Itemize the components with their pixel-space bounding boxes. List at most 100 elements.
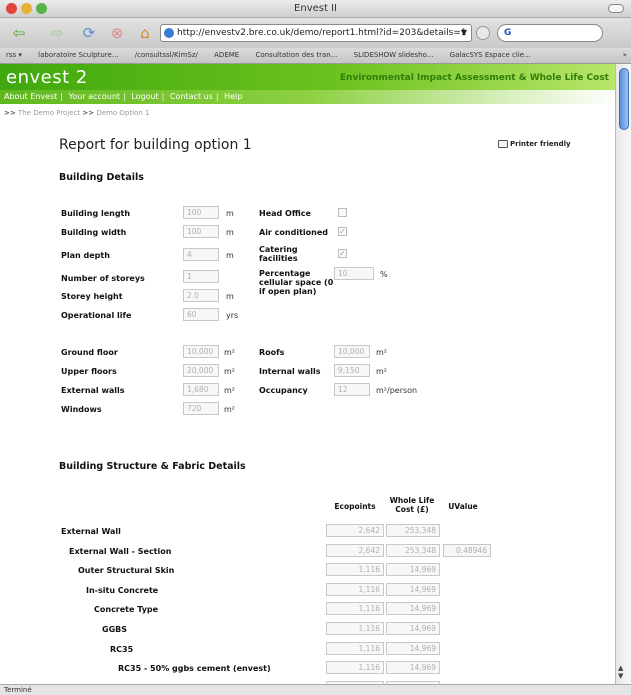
nav-separator: | — [60, 92, 63, 101]
air-conditioned-checkbox: ✓ — [338, 227, 347, 236]
site-header: envest 2 Environmental Impact Assessment… — [0, 64, 615, 90]
nav-logout[interactable]: Logout — [131, 92, 158, 101]
bookmark-item[interactable]: ADEME — [214, 51, 239, 59]
nav-about-envest[interactable]: About Envest — [4, 92, 57, 101]
storey-height-label: Storey height — [61, 292, 123, 301]
cost-cell: 253,348 — [386, 524, 440, 537]
search-input[interactable]: G — [497, 24, 603, 42]
structure-row-label: In-situ Concrete — [86, 585, 159, 595]
internal-walls-unit: m² — [376, 367, 387, 376]
catering-checkbox: ✓ — [338, 249, 347, 258]
printer-friendly-label: Printer friendly — [510, 140, 571, 148]
logo-suffix: est 2 — [40, 67, 88, 88]
building-length-label: Building length — [61, 209, 131, 218]
cost-cell: 253,348 — [386, 543, 440, 557]
cost-cell: 14,969 — [386, 641, 440, 655]
roofs-field: 10,000 — [334, 345, 370, 358]
col-whole-life-cost: Whole Life Cost (£) — [389, 496, 435, 514]
stop-icon[interactable]: ⊗ — [106, 24, 128, 42]
envest-logo[interactable]: envest 2 — [6, 67, 88, 88]
home-icon[interactable]: ⌂ — [134, 24, 156, 42]
breadcrumb: >> The Demo Project >> Demo Option 1 — [4, 109, 149, 117]
external-walls-unit: m² — [224, 386, 235, 395]
ground-floor-field: 10,000 — [183, 345, 219, 358]
structure-row-label: GGBS — [102, 625, 127, 634]
upper-floors-label: Upper floors — [61, 367, 117, 376]
occupancy-label: Occupancy — [259, 386, 308, 395]
nav-separator: | — [215, 92, 219, 101]
ecopoints-cell: 1,116 — [326, 602, 384, 616]
ecopoints-cell: 1,116 — [326, 582, 384, 596]
bookmarks-bar: rss ▾ laboratoire Sculpture... /consults… — [0, 48, 631, 64]
scrollbar-thumb[interactable] — [619, 68, 629, 130]
breadcrumb-separator: >> — [82, 109, 95, 117]
cost-cell: 14,969 — [386, 661, 440, 675]
building-width-field: 100 — [183, 225, 219, 238]
bookmark-item[interactable]: GalacSYS Espace clie... — [450, 51, 531, 59]
reload-icon[interactable]: ⟳ — [78, 24, 100, 42]
page-title: Report for building option 1 — [59, 137, 252, 153]
ecopoints-cell: 1,116 — [326, 661, 384, 675]
window-title: Envest II — [294, 3, 337, 14]
address-bar[interactable]: http://envestv2.bre.co.uk/demo/report1.h… — [160, 24, 472, 42]
nav-contact-us[interactable]: Contact us — [170, 92, 213, 101]
cost-cell: 14,969 — [386, 622, 440, 635]
scroll-arrows-icon[interactable]: ▲ ▼ — [618, 664, 623, 680]
bookmark-item[interactable]: Consultation des tran... — [255, 51, 337, 59]
cellular-space-field: 10 — [334, 267, 374, 280]
more-bookmarks-icon[interactable]: » — [623, 48, 627, 63]
nav-your-account[interactable]: Your account — [69, 92, 121, 101]
printer-friendly-link[interactable]: Printer friendly — [498, 140, 571, 148]
storey-height-unit: m — [226, 292, 234, 301]
roofs-unit: m² — [376, 348, 387, 357]
col-uvalue: UValue — [448, 502, 478, 511]
chevron-down-icon[interactable]: ▼ — [461, 25, 467, 41]
toolbar-toggle-button[interactable] — [608, 4, 624, 13]
breadcrumb-project-link[interactable]: The Demo Project — [18, 109, 80, 117]
printer-icon — [498, 140, 508, 148]
operational-life-field: 60 — [183, 308, 219, 321]
ground-floor-label: Ground floor — [61, 348, 118, 357]
bookmark-item[interactable]: rss ▾ — [6, 51, 22, 59]
windows-unit: m² — [224, 405, 235, 414]
bookmark-item[interactable]: SLIDESHOW slidesho... — [354, 51, 434, 59]
internal-walls-label: Internal walls — [259, 367, 321, 376]
vertical-scrollbar[interactable]: ▲ ▼ — [615, 64, 631, 684]
number-of-storeys-field: 1 — [183, 270, 219, 283]
cost-cell: 14,969 — [386, 582, 440, 596]
cellular-space-label: Percentage cellular space (0 if open pla… — [259, 269, 334, 296]
status-bar: Terminé — [0, 684, 631, 695]
go-button[interactable] — [476, 26, 490, 40]
plan-depth-label: Plan depth — [61, 251, 110, 260]
ecopoints-cell: 2,642 — [326, 524, 384, 537]
back-arrow-icon[interactable]: ⇦ — [6, 24, 32, 42]
occupancy-field: 12 — [334, 383, 370, 396]
air-conditioned-label: Air conditioned — [259, 228, 328, 237]
address-url: http://envestv2.bre.co.uk/demo/report1.h… — [177, 28, 467, 38]
bookmark-item[interactable]: /consultssl/KimSz/ — [135, 51, 198, 59]
tagline: Environmental Impact Assessment & Whole … — [339, 73, 609, 83]
breadcrumb-option-link[interactable]: Demo Option 1 — [96, 109, 149, 117]
plan-depth-unit: m — [226, 251, 234, 260]
windows-field: 720 — [183, 402, 219, 415]
roofs-label: Roofs — [259, 348, 285, 357]
building-width-label: Building width — [61, 228, 127, 237]
building-details-heading: Building Details — [59, 172, 144, 183]
structure-row-label: RC35 — [110, 644, 134, 654]
browser-window: Envest II ⇦ ⇨ ⟳ ⊗ ⌂ http://envestv2.bre.… — [0, 0, 631, 695]
cellular-space-unit: % — [380, 270, 388, 279]
nav-help[interactable]: Help — [224, 92, 242, 101]
operational-life-label: Operational life — [61, 311, 132, 320]
forward-arrow-icon[interactable]: ⇨ — [44, 24, 70, 42]
bookmark-item[interactable]: laboratoire Sculpture... — [38, 51, 118, 59]
ecopoints-cell: 2,642 — [326, 543, 384, 557]
logo-prefix: env — [6, 67, 41, 88]
title-bar: Envest II — [0, 0, 631, 18]
plan-depth-field: 4 — [183, 248, 219, 261]
structure-row-label: RC35 - 50% ggbs cement (envest) — [118, 664, 271, 674]
cost-cell: 14,969 — [386, 563, 440, 577]
upper-floors-field: 20,000 — [183, 364, 219, 377]
structure-row-label: Outer Structural Skin — [78, 566, 175, 576]
structure-heading: Building Structure & Fabric Details — [59, 461, 246, 472]
site-icon — [164, 28, 174, 38]
